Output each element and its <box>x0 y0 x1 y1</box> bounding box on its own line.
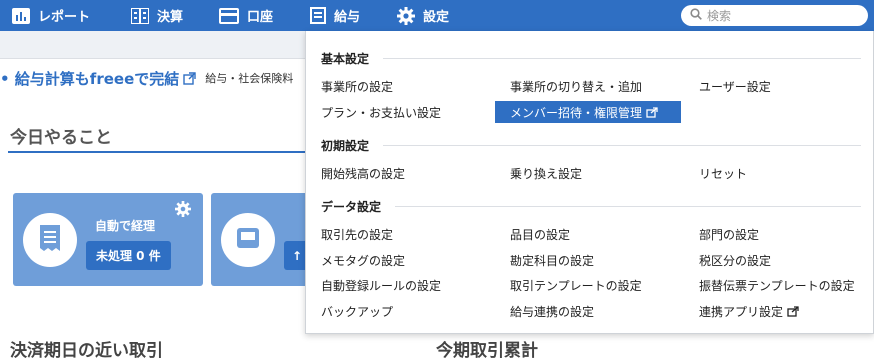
promo-link-label: • 給与計算もfreeeで完結 <box>0 69 180 88</box>
menu-migration-settings[interactable]: 乗り換え設定 <box>510 162 582 184</box>
settings-dropdown-menu: 基本設定 事業所の設定 事業所の切り替え・追加 ユーザー設定 プラン・お支払い設… <box>305 31 874 334</box>
menu-memo-tag-settings[interactable]: メモタグの設定 <box>321 249 405 271</box>
inbox-tray-icon <box>236 227 260 253</box>
today-tasks-divider <box>8 151 308 153</box>
menu-user-settings[interactable]: ユーザー設定 <box>699 75 771 97</box>
nav-settlement[interactable]: 決算 <box>131 0 183 31</box>
gear-icon <box>397 6 415 25</box>
receipt-icon <box>38 224 62 256</box>
nav-settings[interactable]: 設定 <box>397 0 449 31</box>
menu-payroll-integration-settings[interactable]: 給与連携の設定 <box>510 300 594 322</box>
card-icon <box>219 7 239 24</box>
menu-auto-rule-settings[interactable]: 自動登録ルールの設定 <box>321 274 441 296</box>
menu-department-settings[interactable]: 部門の設定 <box>699 223 759 245</box>
nav-report[interactable]: レポート <box>12 0 90 31</box>
period-totals-title: 今期取引累計 <box>436 341 538 361</box>
menu-office-switch[interactable]: 事業所の切り替え・追加 <box>510 75 642 97</box>
payroll-promo-link[interactable]: • 給与計算もfreeeで完結 <box>0 68 196 89</box>
bar-chart-icon <box>12 7 30 24</box>
menu-app-integration-label: 連携アプリ設定 <box>699 304 784 319</box>
search-box[interactable] <box>681 5 868 26</box>
external-link-icon <box>787 305 799 317</box>
search-input[interactable] <box>707 8 857 23</box>
menu-journal-template-settings[interactable]: 振替伝票テンプレートの設定 <box>699 274 855 296</box>
section-divider <box>383 58 861 59</box>
menu-opening-balance[interactable]: 開始残高の設定 <box>321 162 405 184</box>
book-icon <box>131 7 149 24</box>
menu-transaction-template-settings[interactable]: 取引テンプレートの設定 <box>510 274 642 296</box>
nav-account-label: 口座 <box>247 10 274 25</box>
external-link-icon <box>646 106 658 118</box>
section-heading-data-label: データ設定 <box>321 200 382 214</box>
search-icon <box>690 8 702 23</box>
menu-app-integration-settings[interactable]: 連携アプリ設定 <box>699 300 799 322</box>
section-divider <box>395 206 861 207</box>
section-divider <box>383 145 861 146</box>
due-transactions-title: 決済期日の近い取引 <box>10 341 163 361</box>
menu-tax-category-settings[interactable]: 税区分の設定 <box>699 249 771 271</box>
promo-banner: • 給与計算もfreeeで完結 給与・社会保険料 <box>0 66 293 90</box>
card-icon-circle <box>221 213 275 267</box>
unprocessed-count-button[interactable]: 未処理 0 件 <box>86 241 171 270</box>
auto-bookkeeping-card: 自動で経理 未処理 0 件 <box>13 193 203 286</box>
menu-member-invite[interactable]: メンバー招待・権限管理 <box>495 101 681 123</box>
menu-plan-payment[interactable]: プラン・お支払い設定 <box>321 101 441 123</box>
card-icon-circle <box>23 213 77 267</box>
section-heading-initial: 初期設定 <box>321 137 861 154</box>
menu-office-settings[interactable]: 事業所の設定 <box>321 75 393 97</box>
section-heading-basic-label: 基本設定 <box>321 52 370 66</box>
menu-reset[interactable]: リセット <box>699 162 747 184</box>
card-settings-gear-icon[interactable] <box>175 201 191 221</box>
inbox-card: ↑ <box>211 193 311 286</box>
section-heading-initial-label: 初期設定 <box>321 139 370 153</box>
card-title: 自動で経理 <box>95 219 156 233</box>
menu-backup[interactable]: バックアップ <box>321 300 393 322</box>
nav-payroll[interactable]: 給与 <box>310 0 360 31</box>
top-navigation-bar: レポート 決算 口座 給与 設定 <box>0 0 874 31</box>
nav-payroll-label: 給与 <box>334 10 361 25</box>
menu-partner-settings[interactable]: 取引先の設定 <box>321 223 393 245</box>
nav-account[interactable]: 口座 <box>219 0 273 31</box>
menu-member-invite-label: メンバー招待・権限管理 <box>510 105 643 120</box>
today-tasks-title: 今日やること <box>10 128 112 148</box>
section-heading-data: データ設定 <box>321 198 861 215</box>
section-heading-basic: 基本設定 <box>321 50 861 67</box>
promo-description: 給与・社会保険料 <box>205 72 294 85</box>
nav-settlement-label: 決算 <box>157 10 184 25</box>
nav-settings-label: 設定 <box>423 10 450 25</box>
external-link-icon <box>183 71 196 85</box>
nav-report-label: レポート <box>38 10 91 25</box>
menu-account-item-settings[interactable]: 勘定科目の設定 <box>510 249 594 271</box>
document-list-icon <box>310 7 326 24</box>
menu-item-settings[interactable]: 品目の設定 <box>510 223 570 245</box>
